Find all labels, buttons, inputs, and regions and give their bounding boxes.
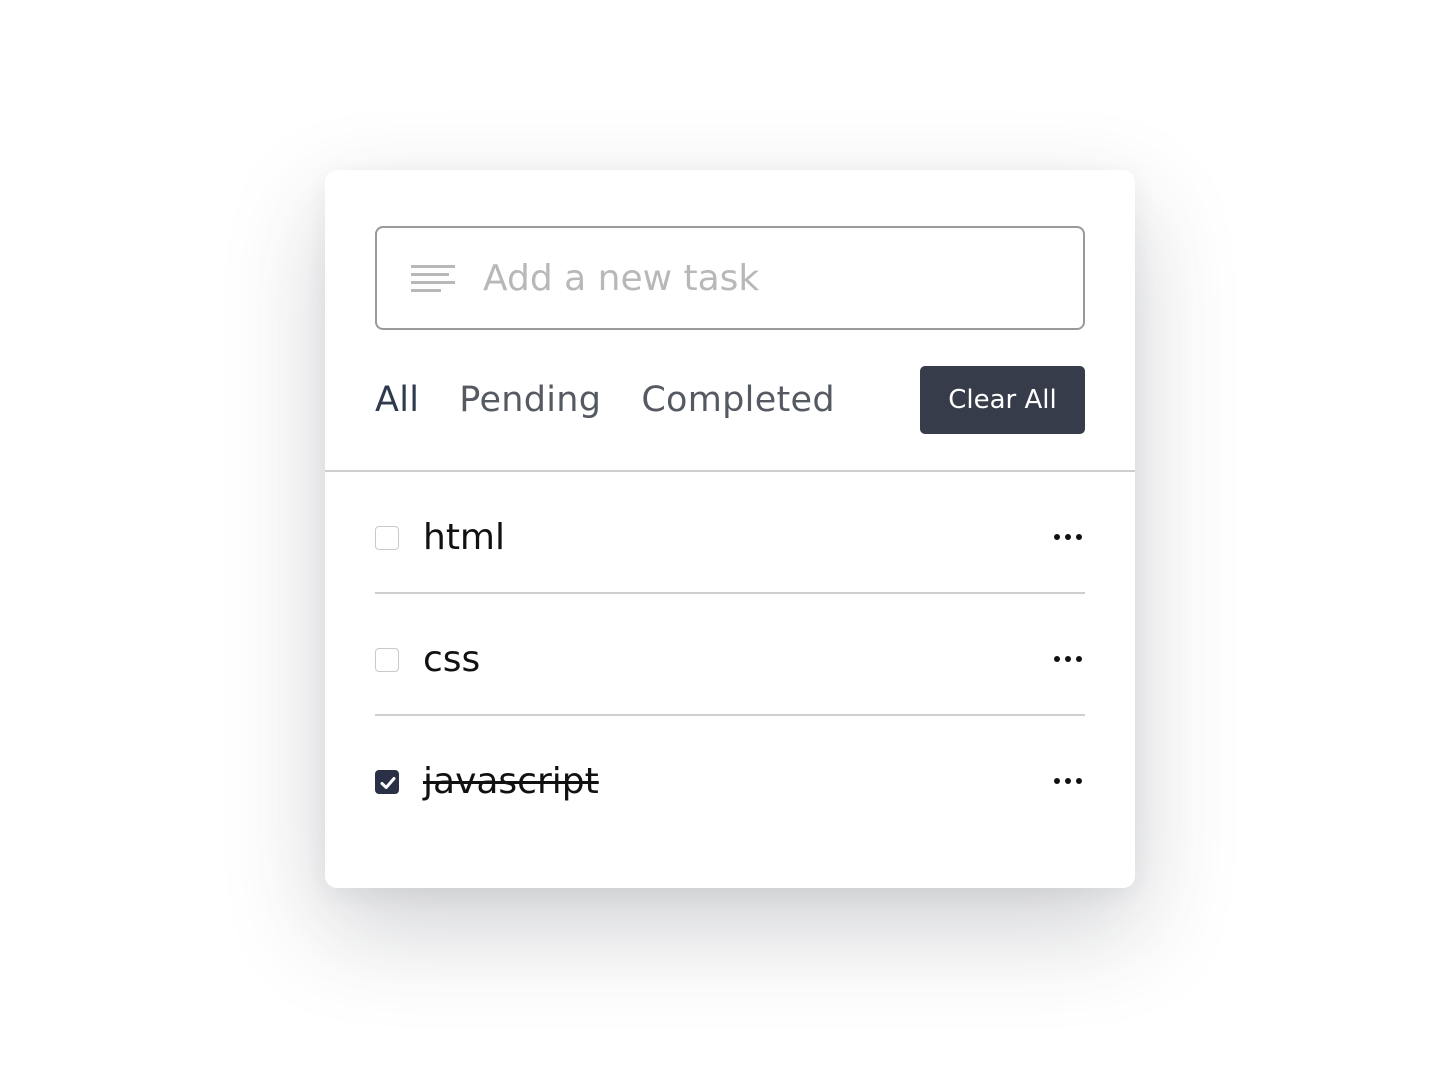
text-lines-icon: [411, 265, 455, 292]
task-label: css: [423, 639, 481, 680]
todo-card: All Pending Completed Clear All html css: [325, 170, 1135, 888]
more-horizontal-icon[interactable]: [1053, 522, 1083, 552]
task-list: html css javascript: [375, 472, 1085, 838]
task-label-completed: javascript: [423, 761, 599, 802]
more-horizontal-icon[interactable]: [1053, 766, 1083, 796]
filter-tab-pending[interactable]: Pending: [459, 380, 601, 420]
task-input-container[interactable]: [375, 226, 1085, 330]
checkmark-icon: [380, 777, 396, 789]
task-label: html: [423, 517, 506, 558]
task-item: css: [375, 594, 1085, 716]
task-item: html: [375, 472, 1085, 594]
clear-all-button[interactable]: Clear All: [920, 366, 1085, 434]
more-horizontal-icon[interactable]: [1053, 644, 1083, 674]
task-checkbox[interactable]: [375, 526, 399, 550]
task-checkbox[interactable]: [375, 648, 399, 672]
filter-tab-all[interactable]: All: [375, 380, 419, 420]
filter-tabs: All Pending Completed: [375, 366, 875, 434]
task-item: javascript: [375, 716, 1085, 838]
filter-tab-completed[interactable]: Completed: [641, 380, 835, 420]
task-checkbox-checked[interactable]: [375, 770, 399, 794]
new-task-input[interactable]: [483, 246, 1063, 310]
